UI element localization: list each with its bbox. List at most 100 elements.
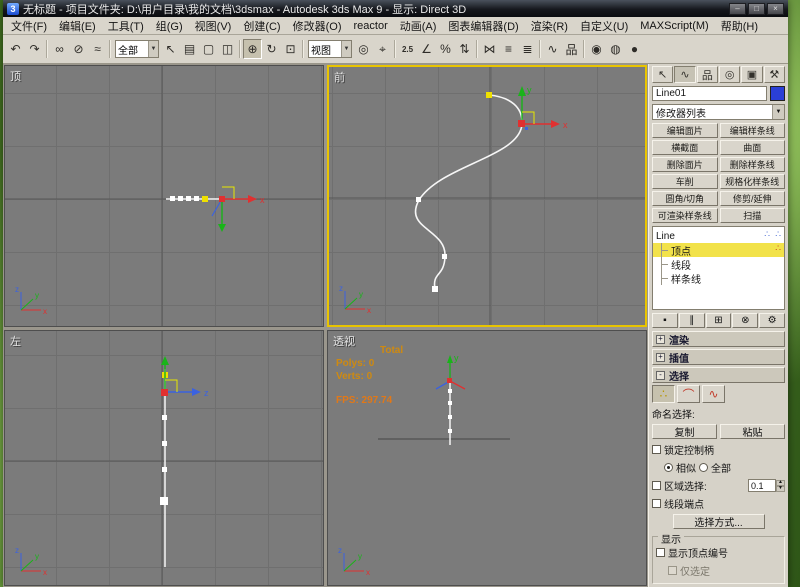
spline-vertex[interactable]	[448, 389, 452, 393]
select-and-manipulate-icon[interactable]: ⌖	[373, 39, 392, 59]
viewport-perspective[interactable]: y x z y Total Polys: 0 Verts: 0 FPS: 297…	[327, 330, 647, 586]
spline-vertex[interactable]	[162, 467, 167, 472]
utilities-tab-icon[interactable]: ⚒	[764, 66, 785, 83]
rollout-selection[interactable]: - 选择	[652, 367, 785, 383]
viewport-left-canvas[interactable]: z x z y	[5, 331, 323, 585]
menu-item-group[interactable]: 组(G)	[150, 17, 189, 35]
use-pivot-center-icon[interactable]: ◎	[354, 39, 373, 59]
viewport-front-label[interactable]: 前	[334, 69, 345, 85]
select-by-name-icon[interactable]: ▤	[180, 39, 199, 59]
redo-icon[interactable]: ↷	[25, 39, 44, 59]
select-and-scale-icon[interactable]: ⊡	[281, 39, 300, 59]
modify-tab-icon[interactable]: ∿	[674, 66, 695, 83]
selected-vertex[interactable]	[161, 389, 168, 396]
menu-item-maxscript[interactable]: MAXScript(M)	[634, 19, 714, 33]
viewport-top[interactable]: x x z y 顶	[4, 65, 324, 327]
rollout-interpolation[interactable]: + 插值	[652, 349, 785, 365]
trim-extend-button[interactable]: 修剪/延伸	[720, 191, 786, 206]
schematic-view-icon[interactable]: 品	[562, 39, 581, 59]
menu-item-animation[interactable]: 动画(A)	[394, 17, 443, 35]
edit-patch-button[interactable]: 编辑面片	[652, 123, 718, 138]
spline-vertex[interactable]	[162, 441, 167, 446]
unlink-selection-icon[interactable]: ⊘	[69, 39, 88, 59]
viewport-perspective-label[interactable]: 透视	[333, 333, 355, 349]
viewport-front[interactable]: y x x z y 前	[327, 65, 647, 327]
rollout-collapse-icon[interactable]: -	[656, 371, 665, 380]
undo-icon[interactable]: ↶	[6, 39, 25, 59]
select-by-button[interactable]: 选择方式...	[673, 514, 765, 529]
modifier-list-dropdown[interactable]: 修改器列表 ▼	[652, 104, 785, 120]
percent-snap-icon[interactable]: %	[436, 39, 455, 59]
spline-vertex[interactable]	[160, 497, 168, 505]
pin-stack-icon[interactable]: ▪	[652, 313, 678, 328]
cross-section-button[interactable]: 横截面	[652, 140, 718, 155]
menu-item-file[interactable]: 文件(F)	[5, 17, 53, 35]
spline-vertex[interactable]	[162, 415, 167, 420]
spline-vertex[interactable]	[186, 196, 191, 201]
vertex-ticks-icon[interactable]: ∴	[764, 229, 770, 240]
delete-spline-button[interactable]: 删除样条线	[720, 157, 786, 172]
rollout-rendering[interactable]: + 渲染	[652, 331, 785, 347]
viewport-top-label[interactable]: 顶	[10, 68, 21, 84]
window-crossing-icon[interactable]: ◫	[218, 39, 237, 59]
object-name-input[interactable]: Line01	[652, 86, 767, 101]
spinner-snap-icon[interactable]: ⇅	[455, 39, 474, 59]
stack-row-segment[interactable]: 线段	[653, 257, 784, 271]
object-color-swatch[interactable]	[770, 86, 785, 101]
spline-vertex[interactable]	[442, 254, 447, 259]
spline-vertex[interactable]	[170, 196, 175, 201]
move-gizmo[interactable]: y x	[518, 85, 568, 130]
angle-snap-icon[interactable]: ∠	[417, 39, 436, 59]
stack-row-vertex[interactable]: 顶点 ∴	[653, 243, 784, 257]
motion-tab-icon[interactable]: ◎	[719, 66, 740, 83]
vertex-ticks-icon[interactable]: ∴	[775, 229, 781, 240]
normalize-spline-button[interactable]: 规格化样条线	[720, 174, 786, 189]
selected-vertex[interactable]	[219, 196, 225, 202]
viewport-front-canvas[interactable]: y x x z y	[329, 67, 645, 325]
create-tab-icon[interactable]: ↖	[652, 66, 673, 83]
viewport-left[interactable]: z x z y 左	[4, 330, 324, 586]
render-scene-icon[interactable]: ◍	[606, 39, 625, 59]
rollout-expand-icon[interactable]: +	[656, 353, 665, 362]
select-and-link-icon[interactable]: ∞	[50, 39, 69, 59]
first-vertex[interactable]	[486, 92, 492, 98]
maximize-button[interactable]: □	[748, 3, 765, 15]
move-gizmo[interactable]: z	[161, 356, 209, 398]
spline-vertex[interactable]	[448, 415, 452, 419]
edit-spline-button[interactable]: 编辑样条线	[720, 123, 786, 138]
selected-vertex[interactable]	[518, 120, 525, 127]
spline-vertex[interactable]	[194, 196, 199, 201]
show-vertex-numbers-checkbox[interactable]	[656, 548, 665, 557]
spline-vertex[interactable]	[178, 196, 183, 201]
hierarchy-tab-icon[interactable]: 品	[697, 66, 718, 83]
spline-line01[interactable]	[415, 95, 522, 289]
make-unique-icon[interactable]: ⊞	[706, 313, 732, 328]
rect-selection-region-icon[interactable]: ▢	[199, 39, 218, 59]
select-and-rotate-icon[interactable]: ↻	[262, 39, 281, 59]
alike-radio[interactable]	[664, 463, 673, 472]
bind-to-space-warp-icon[interactable]: ≈	[88, 39, 107, 59]
sweep-button[interactable]: 扫描	[720, 208, 786, 223]
show-end-result-icon[interactable]: ∥	[679, 313, 705, 328]
fillet-chamfer-button[interactable]: 圆角/切角	[652, 191, 718, 206]
area-selection-checkbox[interactable]	[652, 481, 661, 490]
menu-item-edit[interactable]: 编辑(E)	[53, 17, 102, 35]
surface-button[interactable]: 曲面	[720, 140, 786, 155]
viewport-perspective-canvas[interactable]: y x z y	[328, 331, 646, 585]
menu-item-modifiers[interactable]: 修改器(O)	[287, 17, 348, 35]
spline-vertex[interactable]	[432, 286, 438, 292]
segment-end-checkbox[interactable]	[652, 499, 661, 508]
close-button[interactable]: ×	[767, 3, 784, 15]
spline-subobject-icon[interactable]: ∿	[702, 385, 725, 403]
vertex-subobject-icon[interactable]: ∴	[652, 385, 675, 403]
viewport-top-canvas[interactable]: x x z y	[5, 66, 323, 326]
quick-render-icon[interactable]: ●	[625, 39, 644, 59]
all-radio[interactable]	[699, 463, 708, 472]
reference-coordinate-dropdown[interactable]: 视图 ▼	[308, 40, 352, 58]
select-object-icon[interactable]: ↖	[161, 39, 180, 59]
selection-filter-dropdown[interactable]: 全部 ▼	[115, 40, 159, 58]
menu-item-graph-editors[interactable]: 图表编辑器(D)	[442, 17, 524, 35]
menu-item-create[interactable]: 创建(C)	[237, 17, 286, 35]
select-and-move-icon[interactable]: ⊕	[243, 39, 262, 59]
paste-button[interactable]: 粘贴	[720, 424, 785, 439]
